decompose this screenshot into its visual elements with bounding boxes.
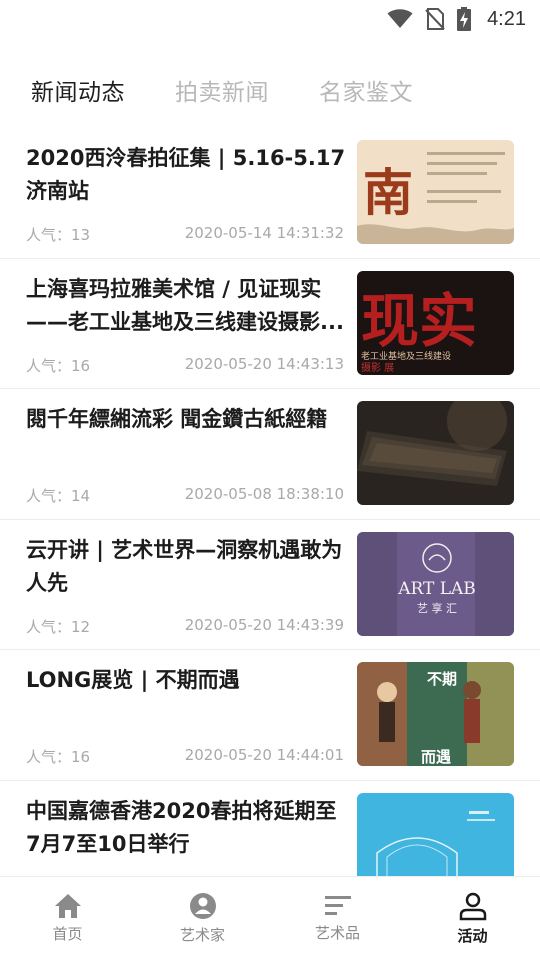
news-datetime: 2020-05-14 14:31:32 — [184, 224, 344, 242]
popularity-count: 人气：16 — [26, 356, 91, 375]
nav-artworks[interactable]: 艺术品 — [270, 877, 405, 960]
nav-label: 首页 — [52, 925, 83, 943]
news-datetime: 2020-05-20 14:43:13 — [184, 354, 344, 373]
home-icon — [54, 893, 82, 919]
category-tabs: 新闻动态 拍卖新闻 名家鉴文 — [0, 70, 540, 110]
news-title: 云开讲 | 艺术世界—洞察机遇敢为人先 — [26, 537, 343, 595]
news-thumbnail[interactable]: 南 — [357, 140, 514, 244]
tab-auction-news[interactable]: 拍卖新闻 — [175, 73, 269, 107]
news-datetime: 2020-05-20 14:43:39 — [184, 615, 344, 634]
news-thumbnail[interactable]: 不期 而遇 — [357, 662, 514, 766]
nav-home[interactable]: 首页 — [0, 877, 135, 960]
news-title: LONG展览 | 不期而遇 — [26, 668, 240, 692]
news-title: 閱千年縹緗流彩 聞金鑽古紙經籍 — [26, 407, 328, 431]
news-item[interactable]: 2020西泠春拍征集 | 5.16-5.17济南站 人气：13 2020-05-… — [0, 128, 540, 259]
wifi-icon — [387, 9, 413, 29]
nav-artists[interactable]: 艺术家 — [135, 877, 270, 960]
nav-activities[interactable]: 活动 — [405, 877, 540, 960]
bottom-navigation: 首页 艺术家 艺术品 活动 — [0, 876, 540, 960]
thumbnail-text: ART LAB — [397, 579, 476, 599]
thumbnail-caption: 艺 享 汇 — [417, 601, 457, 615]
nav-label: 活动 — [457, 927, 488, 945]
status-bar: 4:21 — [0, 0, 540, 38]
news-meta: 人气：16 2020-05-20 14:44:01 — [26, 746, 344, 767]
news-item[interactable]: 中国嘉德香港2020春拍将延期至7月7至10日举行 — [0, 781, 540, 876]
artwork-icon — [324, 894, 352, 918]
news-meta: 人气：14 2020-05-08 18:38:10 — [26, 485, 344, 506]
news-thumbnail[interactable] — [357, 401, 514, 505]
popularity-count: 人气：12 — [26, 617, 91, 636]
thumbnail-text: 现实 — [361, 287, 477, 355]
news-datetime: 2020-05-20 14:44:01 — [184, 746, 344, 764]
thumbnail-text: 不期 — [427, 670, 457, 688]
nav-label: 艺术品 — [314, 924, 360, 942]
news-list: 2020西泠春拍征集 | 5.16-5.17济南站 人气：13 2020-05-… — [0, 128, 540, 876]
artist-icon — [189, 892, 217, 920]
battery-charging-icon — [457, 7, 472, 31]
news-meta: 人气：13 2020-05-14 14:31:32 — [26, 224, 344, 245]
no-sim-icon — [425, 8, 445, 30]
thumbnail-caption: 而遇 — [421, 748, 451, 766]
tab-master-articles[interactable]: 名家鉴文 — [319, 73, 413, 107]
news-title: 上海喜玛拉雅美术馆 / 见证现实——老工业基地及三线建设摄影... — [26, 276, 344, 334]
thumbnail-caption: 老工业基地及三线建设 — [361, 350, 451, 362]
popularity-count: 人气：16 — [26, 748, 91, 766]
thumbnail-text: 南 — [363, 163, 413, 222]
news-meta: 人气：16 2020-05-20 14:43:13 — [26, 355, 344, 376]
news-thumbnail[interactable]: ART LAB 艺 享 汇 — [357, 531, 514, 636]
news-datetime: 2020-05-08 18:38:10 — [184, 485, 344, 503]
news-title: 2020西泠春拍征集 | 5.16-5.17济南站 — [26, 146, 346, 203]
news-thumbnail[interactable] — [357, 792, 514, 876]
thumbnail-caption-2: 摄影 展 — [361, 361, 394, 374]
news-thumbnail[interactable]: 现实 老工业基地及三线建设 摄影 展 — [357, 270, 514, 375]
popularity-count: 人气：13 — [26, 226, 91, 244]
news-meta: 人气：12 2020-05-20 14:43:39 — [26, 616, 344, 637]
news-title: 中国嘉德香港2020春拍将延期至7月7至10日举行 — [26, 798, 337, 856]
news-item[interactable]: 上海喜玛拉雅美术馆 / 见证现实——老工业基地及三线建设摄影... 人气：16 … — [0, 259, 540, 389]
nav-label: 艺术家 — [179, 926, 225, 944]
news-item[interactable]: 云开讲 | 艺术世界—洞察机遇敢为人先 人气：12 2020-05-20 14:… — [0, 520, 540, 650]
activity-icon — [458, 891, 488, 921]
status-time: 4:21 — [487, 7, 526, 30]
popularity-count: 人气：14 — [26, 487, 91, 505]
tab-news[interactable]: 新闻动态 — [31, 73, 125, 107]
news-item[interactable]: LONG展览 | 不期而遇 人气：16 2020-05-20 14:44:01 … — [0, 650, 540, 781]
news-item[interactable]: 閱千年縹緗流彩 聞金鑽古紙經籍 人气：14 2020-05-08 18:38:1… — [0, 389, 540, 520]
